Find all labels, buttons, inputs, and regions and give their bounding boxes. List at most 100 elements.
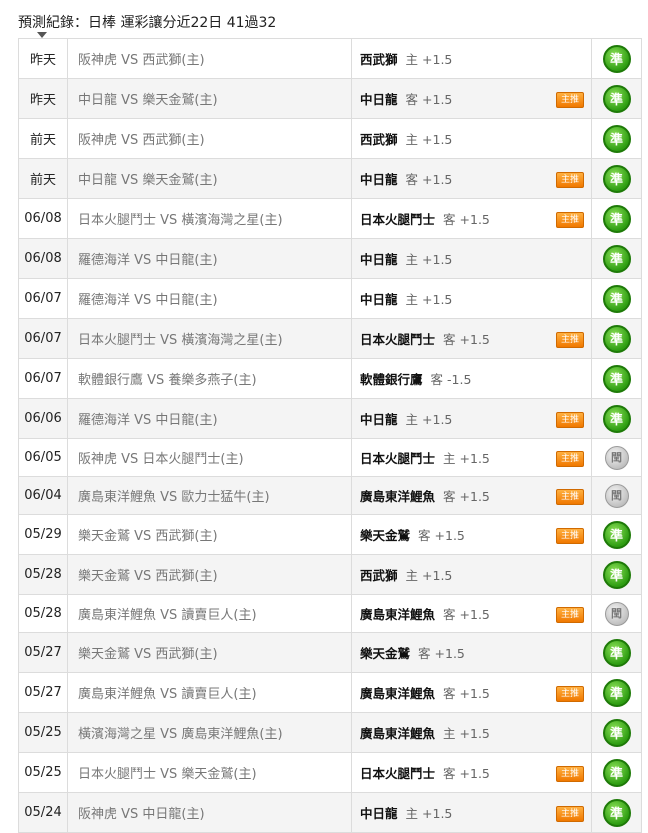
row-pick: 日本火腿鬥士客 +1.5 主推 (351, 752, 592, 793)
main-pick-badge: 主推 (556, 606, 584, 623)
correct-medal-icon: 準 (602, 84, 631, 113)
pick-spread: 主 +1.5 (406, 52, 453, 67)
row-date: 前天 (18, 158, 68, 199)
pick-team: 廣島東洋鯉魚 (360, 489, 436, 504)
row-result: 準 (591, 712, 642, 753)
table-row: 06/04 廣島東洋鯉魚 VS 歐力士猛牛(主) 廣島東洋鯉魚客 +1.5 主推 閏 (18, 476, 642, 515)
pick-side: 主 (405, 806, 419, 821)
pick-line: +1.5 (459, 489, 490, 504)
row-pick: 日本火腿鬥士客 +1.5 主推 (351, 198, 592, 239)
pick-line: +1.5 (459, 766, 490, 781)
table-row: 05/27 廣島東洋鯉魚 VS 讀賣巨人(主) 廣島東洋鯉魚客 +1.5 主推 準 (18, 672, 642, 713)
pick-spread: 客 +1.5 (443, 766, 490, 781)
row-match: 廣島東洋鯉魚 VS 讀賣巨人(主) (67, 594, 352, 633)
row-result: 準 (591, 752, 642, 793)
pick-line: -1.5 (447, 372, 472, 387)
main-pick-badge: 主推 (556, 765, 584, 782)
pick-spread: 主 +1.5 (406, 806, 453, 821)
row-date: 06/08 (18, 198, 68, 239)
pick-line: +1.5 (422, 568, 453, 583)
row-match: 羅德海洋 VS 中日龍(主) (67, 238, 352, 279)
records-title: 預測紀錄：日棒 運彩讓分近22日 41過32 (18, 15, 277, 31)
pick-spread: 客 +1.5 (443, 607, 490, 622)
row-match: 橫濱海灣之星 VS 廣島東洋鯉魚(主) (67, 712, 352, 753)
correct-medal-icon: 準 (602, 758, 631, 787)
pick-line: +1.5 (434, 528, 465, 543)
row-match: 阪神虎 VS 西武獅(主) (67, 118, 352, 159)
correct-medal-icon: 準 (602, 364, 631, 393)
pick-line: +1.5 (422, 132, 453, 147)
row-match: 樂天金鷲 VS 西武獅(主) (67, 514, 352, 555)
row-match: 阪神虎 VS 西武獅(主) (67, 38, 352, 79)
table-row: 05/25 日本火腿鬥士 VS 樂天金鷲(主) 日本火腿鬥士客 +1.5 主推 準 (18, 752, 642, 793)
pick-team: 西武獅 (360, 52, 398, 67)
pick-spread: 主 +1.5 (443, 726, 490, 741)
row-result: 準 (591, 398, 642, 439)
pick-spread: 主 +1.5 (406, 132, 453, 147)
correct-medal-icon: 準 (602, 204, 631, 233)
row-pick: 中日龍主 +1.5 (351, 238, 592, 279)
pick-team: 日本火腿鬥士 (360, 332, 436, 347)
row-pick: 西武獅主 +1.5 (351, 554, 592, 595)
pick-spread: 客 +1.5 (406, 172, 453, 187)
pick-line: +1.5 (459, 726, 490, 741)
pick-spread: 客 +1.5 (418, 646, 465, 661)
correct-medal-icon: 準 (602, 798, 631, 827)
push-medal-icon: 閏 (604, 483, 629, 508)
pick-spread: 客 +1.5 (418, 528, 465, 543)
row-date: 06/07 (18, 358, 68, 399)
row-date: 05/27 (18, 672, 68, 713)
pick-spread: 客 +1.5 (443, 489, 490, 504)
pick-team: 軟體銀行鷹 (360, 372, 423, 387)
pick-team: 日本火腿鬥士 (360, 451, 436, 466)
pick-line: +1.5 (422, 806, 453, 821)
correct-medal-icon: 準 (602, 678, 631, 707)
row-result: 閏 (591, 594, 642, 633)
pick-side: 主 (405, 568, 419, 583)
pick-side: 客 (418, 528, 431, 543)
row-date: 05/25 (18, 752, 68, 793)
row-match: 阪神虎 VS 日本火腿鬥士(主) (67, 438, 352, 477)
pick-side: 客 (405, 92, 419, 107)
pick-side: 客 (443, 766, 456, 781)
correct-medal-icon: 準 (602, 164, 631, 193)
row-match: 羅德海洋 VS 中日龍(主) (67, 398, 352, 439)
row-date: 06/07 (18, 278, 68, 319)
pick-line: +1.5 (422, 292, 453, 307)
main-pick-badge: 主推 (556, 411, 584, 428)
pick-line: +1.5 (459, 451, 490, 466)
pick-side: 主 (405, 132, 419, 147)
row-date: 06/04 (18, 476, 68, 515)
pick-side: 客 (430, 372, 444, 387)
pick-team: 廣島東洋鯉魚 (360, 607, 436, 622)
pick-line: +1.5 (422, 412, 453, 427)
row-result: 閏 (591, 438, 642, 477)
pick-spread: 主 +1.5 (443, 451, 490, 466)
pick-team: 樂天金鷲 (360, 646, 411, 661)
pick-spread: 主 +1.5 (406, 568, 453, 583)
pick-spread: 客 +1.5 (443, 212, 490, 227)
row-pick: 廣島東洋鯉魚客 +1.5 主推 (351, 594, 592, 633)
row-match: 中日龍 VS 樂天金鷲(主) (67, 78, 352, 119)
pick-team: 日本火腿鬥士 (360, 766, 436, 781)
pick-team: 中日龍 (360, 292, 398, 307)
pick-side: 客 (443, 332, 456, 347)
main-pick-badge: 主推 (556, 488, 584, 505)
pick-spread: 客 +1.5 (406, 92, 453, 107)
correct-medal-icon: 準 (602, 324, 631, 353)
row-result: 準 (591, 78, 642, 119)
row-pick: 中日龍客 +1.5 主推 (351, 158, 592, 199)
pick-team: 中日龍 (360, 172, 398, 187)
records-body: 昨天 阪神虎 VS 西武獅(主) 西武獅主 +1.5 準昨天 中日龍 VS 樂天金鷲(主… (18, 38, 642, 833)
row-result: 準 (591, 198, 642, 239)
main-pick-badge: 主推 (556, 91, 584, 108)
row-result: 準 (591, 672, 642, 713)
pick-line: +1.5 (459, 212, 490, 227)
row-pick: 廣島東洋鯉魚客 +1.5 主推 (351, 672, 592, 713)
records-header: 預測紀錄：日棒 運彩讓分近22日 41過32 (0, 0, 648, 38)
row-match: 羅德海洋 VS 中日龍(主) (67, 278, 352, 319)
table-row: 06/05 阪神虎 VS 日本火腿鬥士(主) 日本火腿鬥士主 +1.5 主推 閏 (18, 438, 642, 477)
pick-line: +1.5 (459, 332, 490, 347)
row-pick: 樂天金鷲客 +1.5 (351, 632, 592, 673)
row-match: 樂天金鷲 VS 西武獅(主) (67, 554, 352, 595)
